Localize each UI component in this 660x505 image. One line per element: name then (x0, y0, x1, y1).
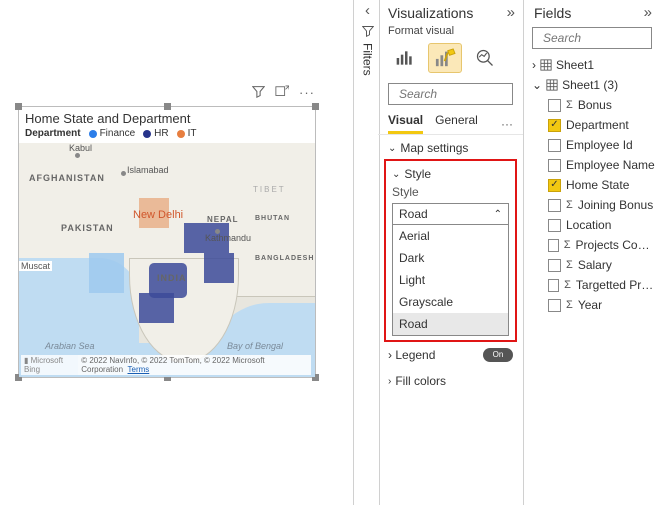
map-settings-group[interactable]: ⌄ Map settings (378, 135, 523, 159)
field-item[interactable]: Σ Bonus (532, 95, 656, 115)
field-item[interactable]: Σ Year (532, 295, 656, 315)
table-sheet1-3[interactable]: ⌄ Sheet1 (3) (532, 75, 656, 95)
field-label: Home State (566, 178, 629, 192)
field-item[interactable]: Employee Id (532, 135, 656, 155)
field-checkbox[interactable] (548, 159, 561, 172)
field-item[interactable]: Home State (532, 175, 656, 195)
filters-pane-collapsed[interactable]: ‹ Filters (356, 0, 380, 505)
field-item[interactable]: Σ Salary (532, 255, 656, 275)
field-checkbox[interactable] (548, 259, 561, 272)
fields-title: Fields (534, 5, 571, 21)
field-item[interactable]: Σ Targetted Projects (532, 275, 656, 295)
tab-visual[interactable]: Visual (388, 113, 423, 134)
field-checkbox[interactable] (548, 99, 561, 112)
more-options-icon[interactable]: ··· (299, 85, 315, 100)
chart-title: Home State and Department (19, 107, 315, 128)
style-option-dark[interactable]: Dark (393, 247, 508, 269)
field-item[interactable]: Σ Projects Complet... (532, 235, 656, 255)
field-label: Location (566, 218, 611, 232)
chevron-down-icon: ⌄ (392, 169, 400, 180)
format-visual-button[interactable] (428, 43, 462, 73)
sigma-icon: Σ (566, 299, 573, 311)
analytics-button[interactable] (468, 43, 502, 73)
fields-search[interactable] (532, 27, 652, 49)
field-checkbox[interactable] (548, 219, 561, 232)
legend-toggle[interactable]: On (483, 348, 513, 362)
field-label: Projects Complet... (576, 238, 656, 252)
style-option-grayscale[interactable]: Grayscale (393, 291, 508, 313)
sigma-icon: Σ (564, 239, 571, 251)
field-label: Department (566, 118, 629, 132)
visual-toolbar: ··· (252, 85, 315, 100)
field-checkbox[interactable] (548, 279, 559, 292)
map-area[interactable]: AFGHANISTAN PAKISTAN INDIA NEPAL BHUTAN … (19, 143, 315, 377)
field-label: Targetted Projects (576, 278, 656, 292)
style-dropdown-list: Aerial Dark Light Grayscale Road (392, 225, 509, 336)
chevron-right-icon: › (388, 376, 391, 387)
field-checkbox[interactable] (548, 119, 561, 132)
table-icon (540, 59, 552, 71)
map-visual[interactable]: ··· Home State and Department Department… (18, 106, 316, 378)
bing-badge: ▮ Microsoft Bing (21, 355, 78, 375)
chevron-up-icon: ⌃ (494, 209, 502, 220)
field-checkbox[interactable] (548, 299, 561, 312)
chevron-right-icon: › (388, 348, 392, 362)
chevron-right-icon: › (532, 58, 536, 72)
style-dropdown[interactable]: Road ⌃ (392, 203, 509, 225)
style-field-label: Style (390, 185, 511, 199)
sigma-icon: Σ (564, 279, 571, 291)
chevron-down-icon: ⌄ (532, 78, 542, 92)
style-group[interactable]: ⌄ Style (390, 167, 511, 185)
field-checkbox[interactable] (548, 179, 561, 192)
filters-label: Filters (361, 43, 375, 76)
collapse-pane-icon[interactable]: » (644, 4, 652, 21)
field-item[interactable]: Location (532, 215, 656, 235)
focus-mode-icon[interactable] (275, 85, 289, 100)
field-item[interactable]: Σ Joining Bonus (532, 195, 656, 215)
table-sheet1[interactable]: › Sheet1 (532, 55, 656, 75)
report-canvas[interactable]: ··· Home State and Department Department… (0, 0, 354, 505)
field-label: Employee Name (566, 158, 655, 172)
table-icon (546, 79, 558, 91)
sigma-icon: Σ (566, 199, 573, 211)
chart-legend: Department Finance HR IT (19, 128, 315, 143)
visualizations-pane: Visualizations » Format visual Visual Ge… (378, 0, 524, 505)
style-option-road[interactable]: Road (393, 313, 508, 335)
field-item[interactable]: Department (532, 115, 656, 135)
fill-colors-group[interactable]: › Fill colors (378, 368, 523, 392)
field-checkbox[interactable] (548, 139, 561, 152)
style-option-aerial[interactable]: Aerial (393, 225, 508, 247)
field-checkbox[interactable] (548, 199, 561, 212)
field-label: Year (578, 298, 602, 312)
more-format-icon[interactable]: ··· (501, 117, 513, 131)
collapse-pane-icon[interactable]: » (507, 4, 515, 21)
format-search[interactable] (388, 83, 513, 105)
chevron-left-icon: ‹ (365, 2, 370, 19)
field-label: Joining Bonus (578, 198, 653, 212)
format-visual-label: Format visual (378, 23, 523, 39)
style-section-highlight: ⌄ Style Style Road ⌃ Aerial Dark Light G… (384, 159, 517, 342)
sigma-icon: Σ (566, 259, 573, 271)
legend-group[interactable]: › Legend On (378, 342, 523, 368)
fields-pane: Fields » › Sheet1 ⌄ Sheet1 (3) Σ Bonus Dep… (524, 0, 660, 505)
visualizations-title: Visualizations (388, 5, 473, 21)
chevron-down-icon: ⌄ (388, 143, 396, 154)
terms-link[interactable]: Terms (128, 365, 150, 374)
field-checkbox[interactable] (548, 239, 559, 252)
build-visual-button[interactable] (388, 43, 422, 73)
field-label: Employee Id (566, 138, 633, 152)
sigma-icon: Σ (566, 99, 573, 111)
field-label: Bonus (578, 98, 612, 112)
filter-icon[interactable] (252, 85, 265, 100)
fields-search-input[interactable] (541, 30, 660, 46)
field-label: Salary (578, 258, 612, 272)
style-option-light[interactable]: Light (393, 269, 508, 291)
filter-icon (362, 25, 374, 37)
tab-general[interactable]: General (435, 113, 478, 134)
field-item[interactable]: Employee Name (532, 155, 656, 175)
